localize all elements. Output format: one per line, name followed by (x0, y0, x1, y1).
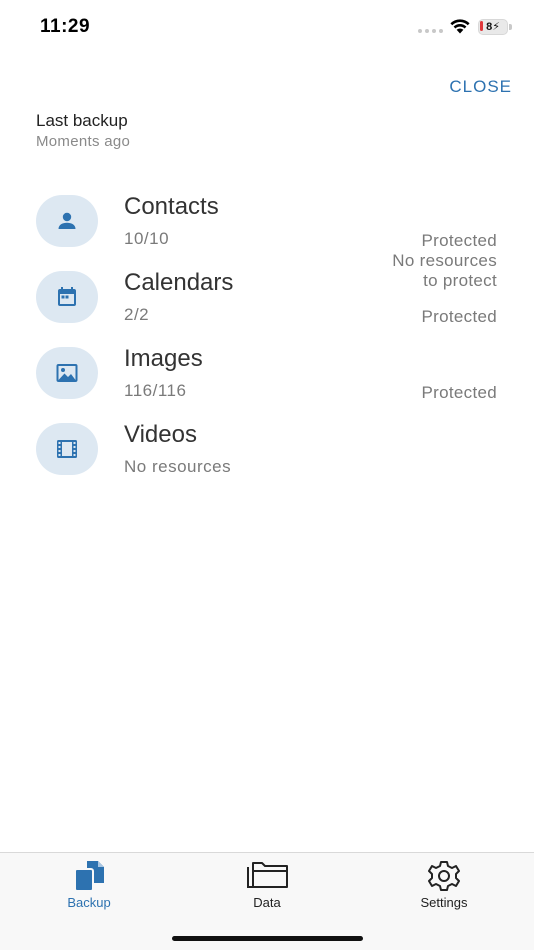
item-title: Images (124, 345, 203, 372)
signal-icon (418, 29, 444, 33)
videos-status-line1: No resources (392, 251, 497, 270)
item-title: Videos (124, 421, 197, 448)
battery-level: 8 (486, 21, 493, 33)
calendar-icon (58, 287, 76, 306)
gear-icon (428, 861, 460, 891)
tab-data[interactable]: Data (207, 853, 327, 923)
tab-label: Data (253, 895, 281, 910)
item-status: Protected (421, 307, 497, 326)
item-status: Protected (421, 231, 497, 250)
tab-label: Backup (67, 895, 111, 910)
item-count: 2/2 (124, 305, 150, 324)
tab-backup[interactable]: Backup (29, 853, 149, 923)
film-icon (57, 440, 77, 458)
videos-status-line2: to protect (423, 271, 497, 290)
item-count: No resources (124, 457, 232, 476)
image-icon (56, 364, 78, 382)
status-bar: 11:29 8⚡ (0, 0, 534, 54)
status-time: 11:29 (40, 16, 91, 37)
contacts-icon-badge (36, 195, 98, 247)
last-backup-subtitle: Moments ago (36, 133, 131, 150)
calendars-icon-badge (36, 271, 98, 323)
person-icon (58, 212, 76, 229)
tab-bar: Backup Data Settings (0, 852, 534, 950)
home-indicator (172, 936, 363, 941)
list-item-videos[interactable]: Videos No resources (0, 414, 534, 490)
backup-docs-icon (74, 861, 104, 892)
tab-label: Settings (420, 895, 468, 910)
folder-icon (247, 862, 288, 888)
last-backup-section: Last backup Moments ago (36, 111, 130, 150)
videos-icon-badge (36, 423, 98, 475)
tab-settings[interactable]: Settings (384, 853, 504, 923)
videos-status: No resources to protect (392, 251, 497, 291)
item-count: 116/116 (124, 381, 187, 400)
last-backup-title: Last backup (36, 111, 128, 130)
item-title: Calendars (124, 269, 234, 296)
backup-category-list: Contacts 10/10 Protected Calendars 2/2 P… (0, 186, 534, 490)
list-item-images[interactable]: Images 116/116 Protected (0, 338, 534, 414)
close-button[interactable]: CLOSE (449, 77, 512, 97)
item-count: 10/10 (124, 229, 170, 248)
wifi-icon (450, 19, 470, 34)
item-status: Protected (421, 383, 497, 402)
battery-charging-icon: 8⚡ (478, 19, 512, 35)
images-icon-badge (36, 347, 98, 399)
item-title: Contacts (124, 193, 219, 220)
